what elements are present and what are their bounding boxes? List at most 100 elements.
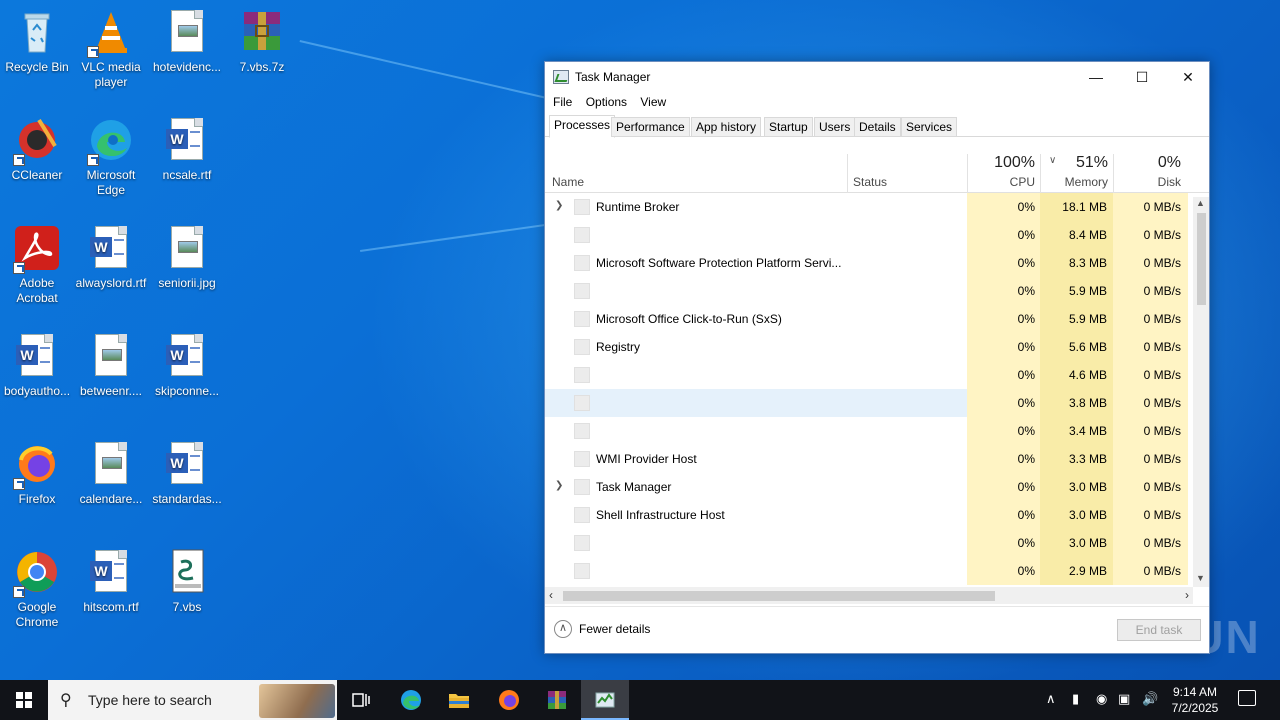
task-view-button[interactable] [337,680,385,720]
process-row[interactable]: 0% 3.8 MB 0 MB/s [545,389,1193,417]
taskbar-search-box[interactable]: ⚲ Type here to search [48,680,337,720]
column-separator[interactable] [1040,154,1041,193]
process-row[interactable]: WMI Provider Host 0% 3.3 MB 0 MB/s [545,445,1193,473]
vertical-scroll-thumb[interactable] [1197,213,1206,305]
column-separator[interactable] [1113,154,1114,193]
desktop-icon-7-vbs-7z[interactable]: 7.vbs.7z [225,8,299,75]
memory-total-percent[interactable]: 51% [1048,154,1108,172]
taskbar-winrar[interactable] [533,680,581,720]
process-memory: 3.4 MB [1068,424,1107,438]
winrar-archive-icon [238,8,286,56]
desktop-icon-adobe-acrobat[interactable]: Adobe Acrobat [0,224,74,306]
desktop-icon-betweenr[interactable]: betweenr.... [74,332,148,399]
column-cpu-header[interactable]: CPU [975,175,1035,189]
process-row[interactable]: Registry 0% 5.6 MB 0 MB/s [545,333,1193,361]
expand-chevron-icon[interactable]: ❯ [555,480,563,491]
desktop-icon-calendare[interactable]: calendare... [74,440,148,507]
horizontal-scrollbar[interactable]: ‹ › [545,587,1193,604]
desktop-icon-label: hitscom.rtf [83,600,139,614]
menu-options[interactable]: Options [586,93,627,111]
process-disk: 0 MB/s [1143,340,1181,354]
tab-app-history[interactable]: App history [691,117,762,137]
notifications-icon[interactable] [1238,690,1256,706]
horizontal-scroll-thumb[interactable] [563,591,995,601]
close-button[interactable]: ✕ [1165,62,1211,92]
chevron-up-icon[interactable]: ∧ [554,620,572,638]
desktop-icon-label: Adobe Acrobat [16,276,58,305]
process-row[interactable]: 0% 4.6 MB 0 MB/s [545,361,1193,389]
desktop-icon-ncsale[interactable]: W ncsale.rtf [150,116,224,183]
tab-services[interactable]: Services [901,117,958,137]
tab-details[interactable]: Details [854,117,901,137]
show-hidden-icons-icon[interactable]: ∧ [1046,691,1056,707]
process-row[interactable]: 0% 8.4 MB 0 MB/s [545,221,1193,249]
taskbar-clock[interactable]: 9:14 AM 7/2/2025 [1164,684,1226,716]
end-task-button[interactable]: End task [1117,619,1201,641]
network-icon[interactable]: ▣ [1118,691,1130,707]
process-row[interactable]: 0% 3.0 MB 0 MB/s [545,529,1193,557]
taskbar-edge[interactable] [387,680,435,720]
column-status-header[interactable]: Status [853,175,887,189]
clock-time: 9:14 AM [1172,685,1218,699]
process-icon [574,339,590,355]
desktop-icon-recycle-bin[interactable]: Recycle Bin [0,8,74,75]
folder-icon [449,694,469,708]
process-cpu: 0% [1017,536,1035,550]
desktop-icon-hotevidence[interactable]: hotevidenc... [150,8,224,75]
desktop-icon-skipconne[interactable]: W skipconne... [150,332,224,399]
column-memory-header[interactable]: Memory [1048,175,1108,189]
scroll-down-icon[interactable]: ▼ [1196,573,1205,583]
tab-performance[interactable]: Performance [611,117,690,137]
scroll-left-icon[interactable]: ‹ [549,588,553,602]
vertical-scrollbar[interactable]: ▲ ▼ [1193,197,1209,587]
scroll-right-icon[interactable]: › [1185,588,1189,602]
desktop-icon-vlc[interactable]: VLC media player [74,8,148,90]
desktop-icon-hitscom[interactable]: W hitscom.rtf [74,548,148,615]
tab-users[interactable]: Users [814,117,856,137]
desktop-icon-standardas[interactable]: W standardas... [150,440,224,507]
process-row[interactable]: Shell Infrastructure Host 0% 3.0 MB 0 MB/s [545,501,1193,529]
tab-startup[interactable]: Startup [764,117,813,137]
desktop-icon-alwayslord[interactable]: W alwayslord.rtf [74,224,148,291]
webcam-icon[interactable]: ◉ [1096,691,1107,707]
start-button[interactable] [0,680,48,720]
column-disk-header[interactable]: Disk [1121,175,1181,189]
taskbar-firefox[interactable] [485,680,533,720]
process-icon [574,479,590,495]
process-row[interactable]: 0% 5.9 MB 0 MB/s [545,277,1193,305]
title-bar[interactable]: Task Manager — ☐ ✕ [545,62,1209,92]
maximize-button[interactable]: ☐ [1119,62,1165,92]
process-row[interactable]: ❯ Task Manager 0% 3.0 MB 0 MB/s [545,473,1193,501]
desktop-icon-7-vbs[interactable]: 7.vbs [150,548,224,615]
process-row[interactable]: ❯ Runtime Broker 0% 18.1 MB 0 MB/s [545,193,1193,221]
column-separator[interactable] [847,154,848,193]
desktop-icon-ccleaner[interactable]: CCleaner [0,116,74,183]
taskbar-task-manager[interactable] [581,680,629,720]
column-name-header[interactable]: Name [552,175,584,189]
battery-icon[interactable]: ▮ [1072,691,1079,707]
desktop-icon-seniorii[interactable]: seniorii.jpg [150,224,224,291]
volume-icon[interactable]: 🔊 [1142,691,1158,707]
scroll-up-icon[interactable]: ▲ [1196,198,1205,208]
process-disk: 0 MB/s [1143,536,1181,550]
process-row[interactable]: 0% 3.4 MB 0 MB/s [545,417,1193,445]
desktop-icon-firefox[interactable]: Firefox [0,440,74,507]
fewer-details-link[interactable]: Fewer details [579,622,650,636]
task-view-icon [352,693,370,707]
disk-total-percent[interactable]: 0% [1121,154,1181,172]
menu-view[interactable]: View [640,93,666,111]
tab-processes[interactable]: Processes [549,115,616,138]
cpu-total-percent[interactable]: 100% [975,154,1035,172]
desktop-icon-microsoft-edge[interactable]: Microsoft Edge [74,116,148,198]
minimize-button[interactable]: — [1073,62,1119,92]
process-icon [574,535,590,551]
process-row[interactable]: Microsoft Software Protection Platform S… [545,249,1193,277]
taskbar-file-explorer[interactable] [435,680,483,720]
menu-file[interactable]: File [553,93,572,111]
column-separator[interactable] [967,154,968,193]
process-row[interactable]: Microsoft Office Click-to-Run (SxS) 0% 5.9… [545,305,1193,333]
expand-chevron-icon[interactable]: ❯ [555,200,563,211]
desktop-icon-bodyauthority[interactable]: W bodyautho... [0,332,74,399]
desktop-icon-google-chrome[interactable]: Google Chrome [0,548,74,630]
process-row[interactable]: 0% 2.9 MB 0 MB/s [545,557,1193,585]
